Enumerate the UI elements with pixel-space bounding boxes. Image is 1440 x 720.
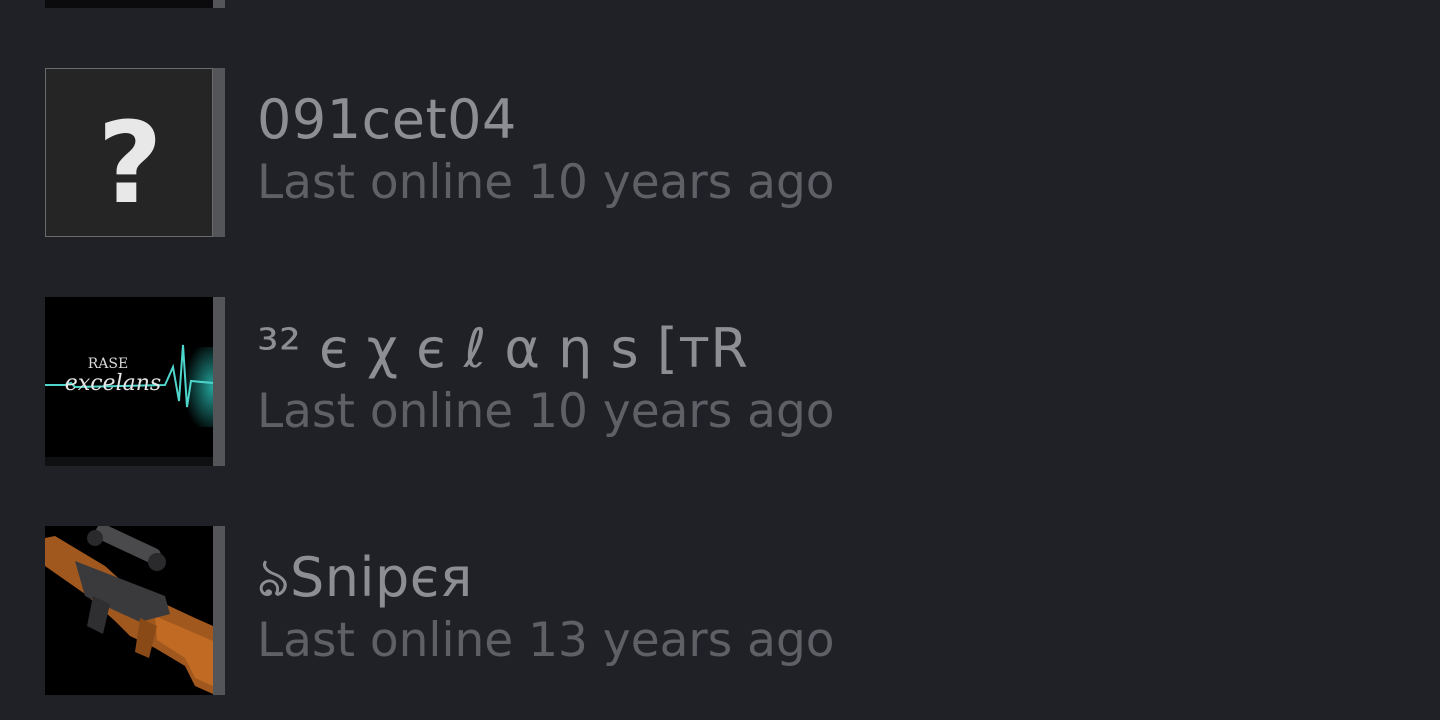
offline-status-bar	[213, 0, 225, 8]
avatar-text-excelans: excelans	[65, 371, 161, 396]
offline-status-bar	[213, 526, 225, 695]
friend-status: Last online 13 years ago	[257, 613, 835, 668]
question-mark-icon: ?	[45, 68, 213, 237]
friend-row[interactable]: RASE excelans ³² є χ є ℓ α η ѕ [тR Last …	[45, 297, 1405, 466]
friend-row[interactable]: ? 091cet04 Last online 10 years ago	[45, 68, 1405, 237]
dark-avatar-icon	[45, 0, 213, 8]
friend-status: Last online 10 years ago	[257, 384, 835, 439]
friend-info: 091cet04 Last online 10 years ago	[257, 88, 835, 214]
friend-row[interactable]	[45, 0, 1405, 8]
friends-list: ? 091cet04 Last online 10 years ago RASE…	[0, 0, 1440, 720]
friend-info: ঌSnipєя Last online 13 years ago	[257, 546, 835, 672]
offline-status-bar	[213, 297, 225, 466]
friend-info: ³² є χ є ℓ α η ѕ [тR Last online 10 year…	[257, 317, 835, 443]
svg-text:?: ?	[98, 99, 163, 229]
friend-status: Last online 10 years ago	[257, 155, 835, 210]
friend-name: ঌSnipєя	[257, 546, 473, 609]
sniper-rifle-avatar	[45, 526, 213, 695]
excelans-heartbeat-avatar: RASE excelans	[45, 297, 213, 466]
avatar-text-rase: RASE	[88, 356, 128, 372]
friend-row[interactable]: ঌSnipєя Last online 13 years ago	[45, 526, 1405, 695]
friend-name: ³² є χ є ℓ α η ѕ [тR	[257, 317, 749, 380]
friend-name: 091cet04	[257, 88, 517, 151]
offline-status-bar	[213, 68, 225, 237]
